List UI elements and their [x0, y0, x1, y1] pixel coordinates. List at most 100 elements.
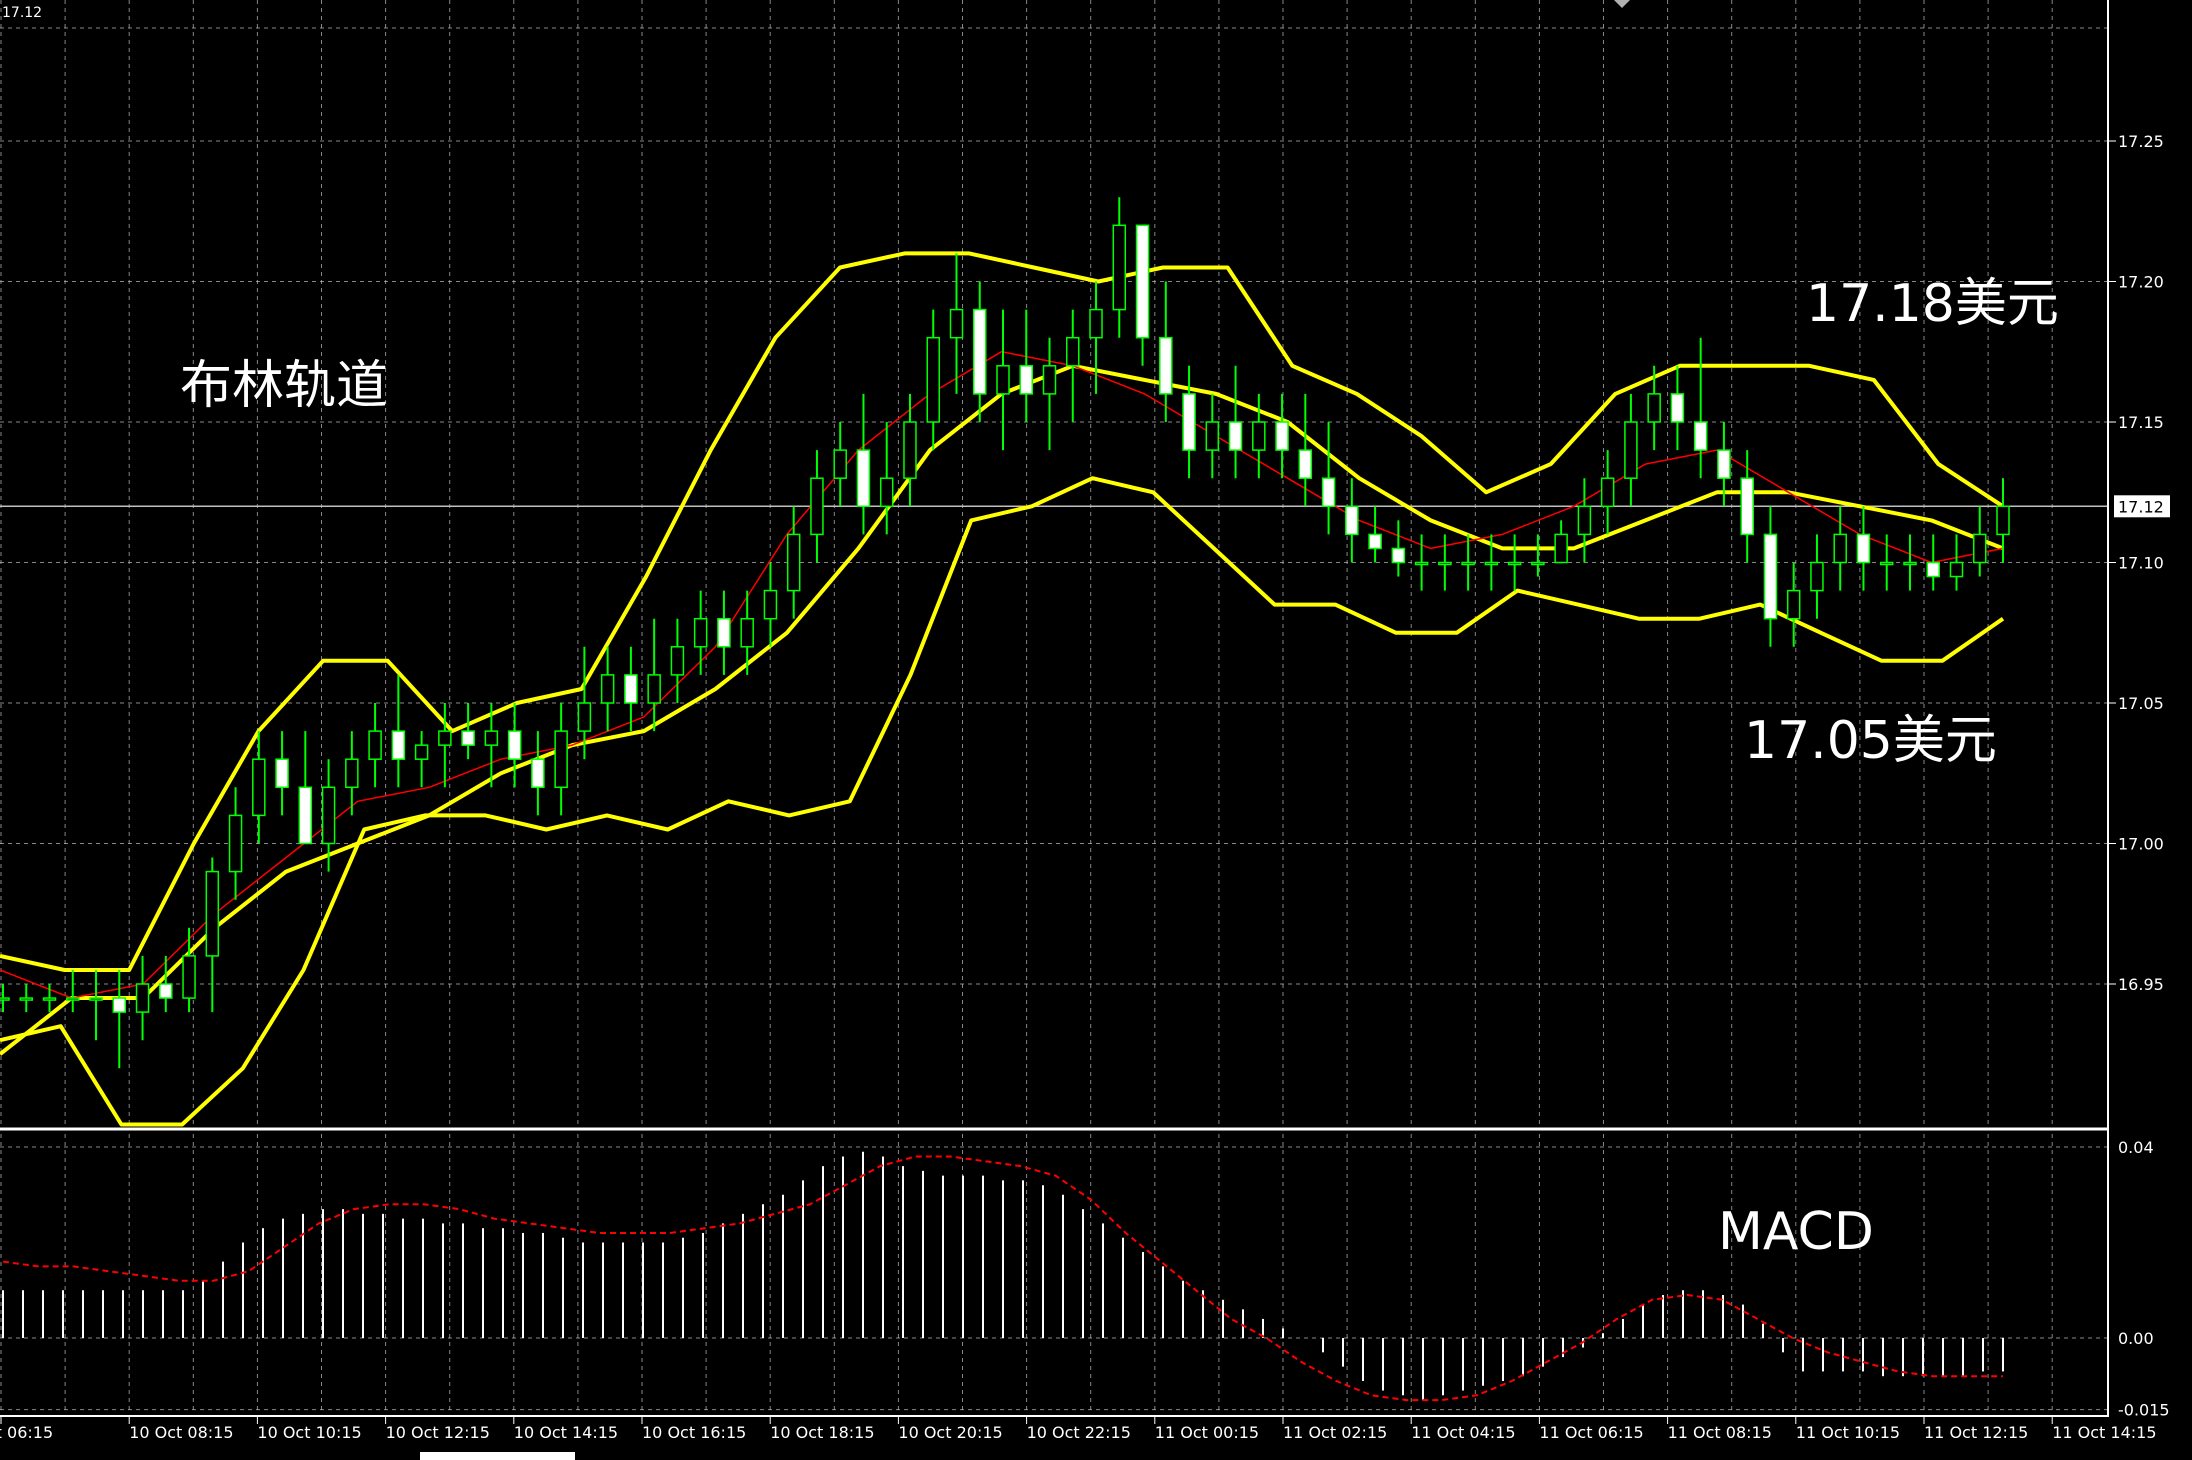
- candle-body: [1507, 561, 1522, 566]
- candle-body: [1368, 533, 1382, 550]
- candle-body: [507, 730, 522, 760]
- macd-tick-label: 0.04: [2118, 1138, 2154, 1157]
- upper-price-label: 17.18美元: [1806, 274, 2059, 334]
- candle-body: [321, 786, 336, 845]
- candle-body: [228, 814, 243, 873]
- candle-body: [577, 702, 592, 732]
- candle-body: [1693, 421, 1708, 451]
- price-tick-label: 17.25: [2118, 132, 2164, 151]
- candle-body: [1810, 561, 1824, 592]
- candle-body: [135, 983, 150, 1013]
- candle-body: [298, 786, 313, 845]
- candle-body: [275, 758, 289, 789]
- price-tick-label: 17.10: [2118, 554, 2164, 573]
- candle-body: [554, 730, 568, 789]
- candle-body: [1763, 533, 1778, 620]
- candle-body: [624, 674, 638, 704]
- candle-body: [1670, 393, 1685, 423]
- candle-body: [1554, 533, 1568, 564]
- candle-body: [1972, 533, 1987, 564]
- candle-body: [949, 308, 964, 339]
- candle-body: [1089, 308, 1103, 339]
- candle-body: [810, 477, 824, 536]
- candle-body: [1182, 393, 1196, 451]
- time-tick-label: 11 Oct 14:15: [2052, 1423, 2156, 1442]
- price-tick-label: 17.20: [2118, 273, 2164, 292]
- candle-body: [1019, 365, 1034, 395]
- macd-tick-label: 0.00: [2118, 1329, 2154, 1348]
- candle-body: [996, 365, 1010, 395]
- candle-body: [647, 674, 661, 704]
- scrollbar-thumb: [420, 1452, 575, 1460]
- candle-body: [89, 997, 103, 1001]
- lower-price-label: 17.05美元: [1744, 711, 1997, 771]
- candle-body: [1856, 533, 1871, 564]
- candle-body: [182, 955, 196, 999]
- candle-body: [1879, 561, 1894, 566]
- candle-body: [461, 730, 475, 746]
- candle-body: [1275, 421, 1289, 451]
- candle-body: [66, 997, 80, 1001]
- candle-body: [740, 617, 754, 648]
- candle-body: [1345, 505, 1359, 536]
- price-tick-label: 17.15: [2118, 413, 2164, 432]
- time-tick-label: 10 Oct 20:15: [898, 1423, 1002, 1442]
- candle-body: [252, 758, 266, 817]
- candle-body: [1461, 561, 1475, 566]
- candle-body: [1600, 477, 1615, 508]
- time-tick-label: 10 Oct 22:15: [1027, 1423, 1131, 1442]
- candle-body: [205, 870, 220, 957]
- candle-body: [438, 730, 452, 746]
- price-tick-label: 17.05: [2118, 694, 2164, 713]
- candle-body: [1298, 449, 1313, 479]
- candle-body: [1252, 421, 1266, 451]
- candle-body: [345, 758, 359, 789]
- candle-body: [42, 997, 57, 1001]
- symbol-price-label: 17.12: [2, 5, 42, 21]
- candle-body: [1531, 561, 1545, 566]
- candle-body: [972, 308, 987, 395]
- candle-body: [1321, 477, 1336, 508]
- trading-chart[interactable]: 17.25 17.20 17.15 17.10 17.05 17.00 16.95 17.12…: [0, 0, 2192, 1460]
- bollinger-label: 布林轨道: [180, 356, 388, 416]
- candle-body: [1438, 561, 1452, 566]
- candle-body: [1414, 561, 1429, 566]
- candle-body: [1484, 561, 1499, 566]
- candle-body: [879, 477, 894, 508]
- candle-body: [1949, 561, 1964, 578]
- candle-body: [1647, 393, 1661, 423]
- candle-body: [391, 730, 406, 760]
- candle-body: [1833, 533, 1847, 564]
- candle-body: [1042, 365, 1057, 395]
- candle-body: [484, 730, 499, 746]
- time-tick-label: 10 Oct 16:15: [642, 1423, 746, 1442]
- time-tick-label: 10 Oct 08:15: [129, 1423, 233, 1442]
- candle-body: [1740, 477, 1754, 536]
- macd-tick-label: -0.015: [2118, 1401, 2170, 1420]
- candle-body: [414, 744, 429, 760]
- candle-body: [1717, 449, 1731, 479]
- candle-body: [1228, 421, 1243, 451]
- candle-body: [693, 617, 708, 648]
- time-tick-label: 11 Oct 04:15: [1411, 1423, 1515, 1442]
- candle-body: [368, 730, 382, 760]
- candle-body: [1066, 336, 1080, 367]
- time-tick-label: 11 Oct 08:15: [1668, 1423, 1772, 1442]
- price-tick-label: 17.00: [2118, 835, 2164, 854]
- candle-body: [833, 449, 847, 479]
- time-tick-label: 10 Oct 12:15: [386, 1423, 490, 1442]
- candle-body: [112, 997, 127, 1013]
- current-price-tag-label: 17.12: [2118, 497, 2164, 516]
- candle-body: [1926, 561, 1940, 578]
- candle-body: [856, 449, 871, 508]
- candle-body: [1112, 224, 1127, 311]
- candle-body: [531, 758, 545, 789]
- macd-label: MACD: [1718, 1202, 1874, 1262]
- candle-body: [1159, 336, 1173, 395]
- candle-body: [717, 617, 731, 648]
- candle-body: [1624, 421, 1638, 479]
- time-tick-label: 10 Oct 10:15: [257, 1423, 361, 1442]
- time-tick-label: 11 Oct 02:15: [1283, 1423, 1387, 1442]
- time-tick-label: 11 Oct 06:15: [1539, 1423, 1643, 1442]
- time-tick-label: 10 Oct 14:15: [514, 1423, 618, 1442]
